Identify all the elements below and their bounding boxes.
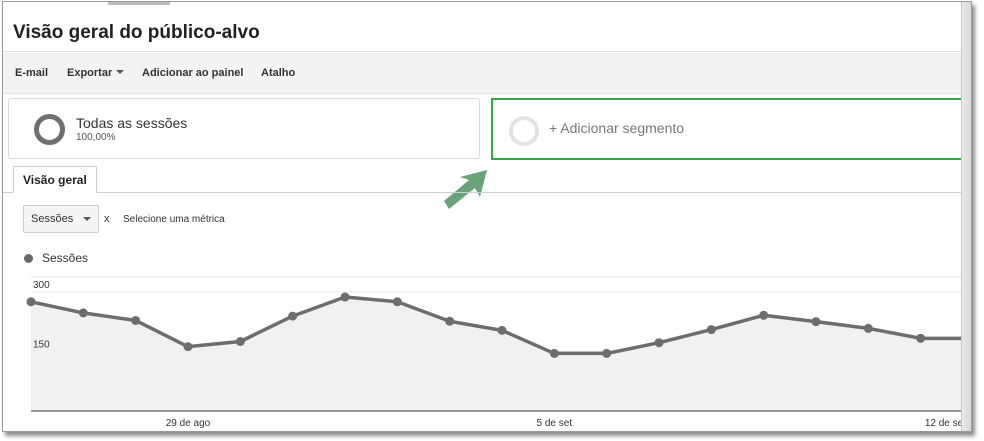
- y-tick-label: 150: [33, 339, 50, 350]
- x-tick-label: 5 de set: [537, 418, 573, 429]
- data-point-3: [183, 342, 193, 352]
- report-toolbar: E-mail Exportar Adicionar ao painel Atal…: [3, 53, 971, 94]
- tab-divider: [3, 192, 971, 193]
- data-point-15: [811, 317, 821, 327]
- data-point-0: [26, 297, 36, 307]
- export-label: Exportar: [67, 67, 113, 79]
- segment-donut-icon: [34, 114, 65, 145]
- sessions-line-chart: 300 150 29 de ago 5 de set 12 de set: [26, 276, 971, 429]
- data-point-12: [654, 338, 664, 348]
- empty-segment-icon: [509, 116, 539, 146]
- tab-overview[interactable]: Visão geral: [13, 166, 97, 193]
- page-title: Visão geral do público-alvo: [13, 22, 260, 43]
- chevron-down-icon: [83, 217, 91, 221]
- data-point-10: [549, 348, 559, 358]
- report-window: Visão geral do público-alvo E-mail Expor…: [2, 1, 972, 432]
- legend-dot-sessions: [24, 254, 33, 263]
- data-point-16: [863, 323, 873, 333]
- email-button[interactable]: E-mail: [15, 67, 48, 79]
- data-point-17: [916, 333, 926, 343]
- select-metric-link[interactable]: Selecione uma métrica: [123, 214, 225, 225]
- shortcut-button[interactable]: Atalho: [261, 67, 295, 79]
- segment-name: Todas as sessões: [76, 115, 188, 131]
- add-segment-button[interactable]: + Adicionar segmento: [491, 98, 963, 160]
- legend-label-sessions: Sessões: [42, 251, 89, 265]
- x-tick-label: 29 de ago: [166, 418, 211, 429]
- arrow-up-right-icon: [444, 170, 487, 209]
- data-point-4: [235, 337, 245, 346]
- add-to-dashboard-button[interactable]: Adicionar ao painel: [142, 67, 243, 79]
- metric-select-value: Sessões: [31, 213, 74, 225]
- segment-percent: 100,00%: [76, 132, 116, 143]
- chevron-down-icon: [116, 70, 125, 74]
- metric-select[interactable]: Sessões: [23, 205, 99, 233]
- add-segment-label: + Adicionar segmento: [549, 120, 685, 136]
- data-point-8: [445, 316, 455, 326]
- data-point-5: [288, 311, 298, 321]
- data-point-2: [131, 315, 141, 325]
- y-tick-label: 300: [33, 280, 50, 291]
- data-point-14: [759, 310, 769, 320]
- title-bar: Visão geral do público-alvo: [3, 2, 971, 52]
- export-button[interactable]: Exportar: [67, 67, 125, 79]
- data-point-7: [392, 297, 402, 307]
- data-point-11: [602, 348, 612, 358]
- data-point-13: [706, 325, 716, 335]
- versus-separator: x: [104, 213, 110, 225]
- data-point-6: [340, 292, 350, 302]
- data-point-9: [497, 325, 507, 335]
- x-tick-label: 12 de set: [925, 418, 966, 429]
- segment-card-all-sessions[interactable]: Todas as sessões 100,00%: [8, 98, 480, 159]
- series-area-sessions: [31, 297, 971, 411]
- vertical-scrollbar[interactable]: [961, 2, 971, 431]
- data-point-1: [78, 308, 88, 318]
